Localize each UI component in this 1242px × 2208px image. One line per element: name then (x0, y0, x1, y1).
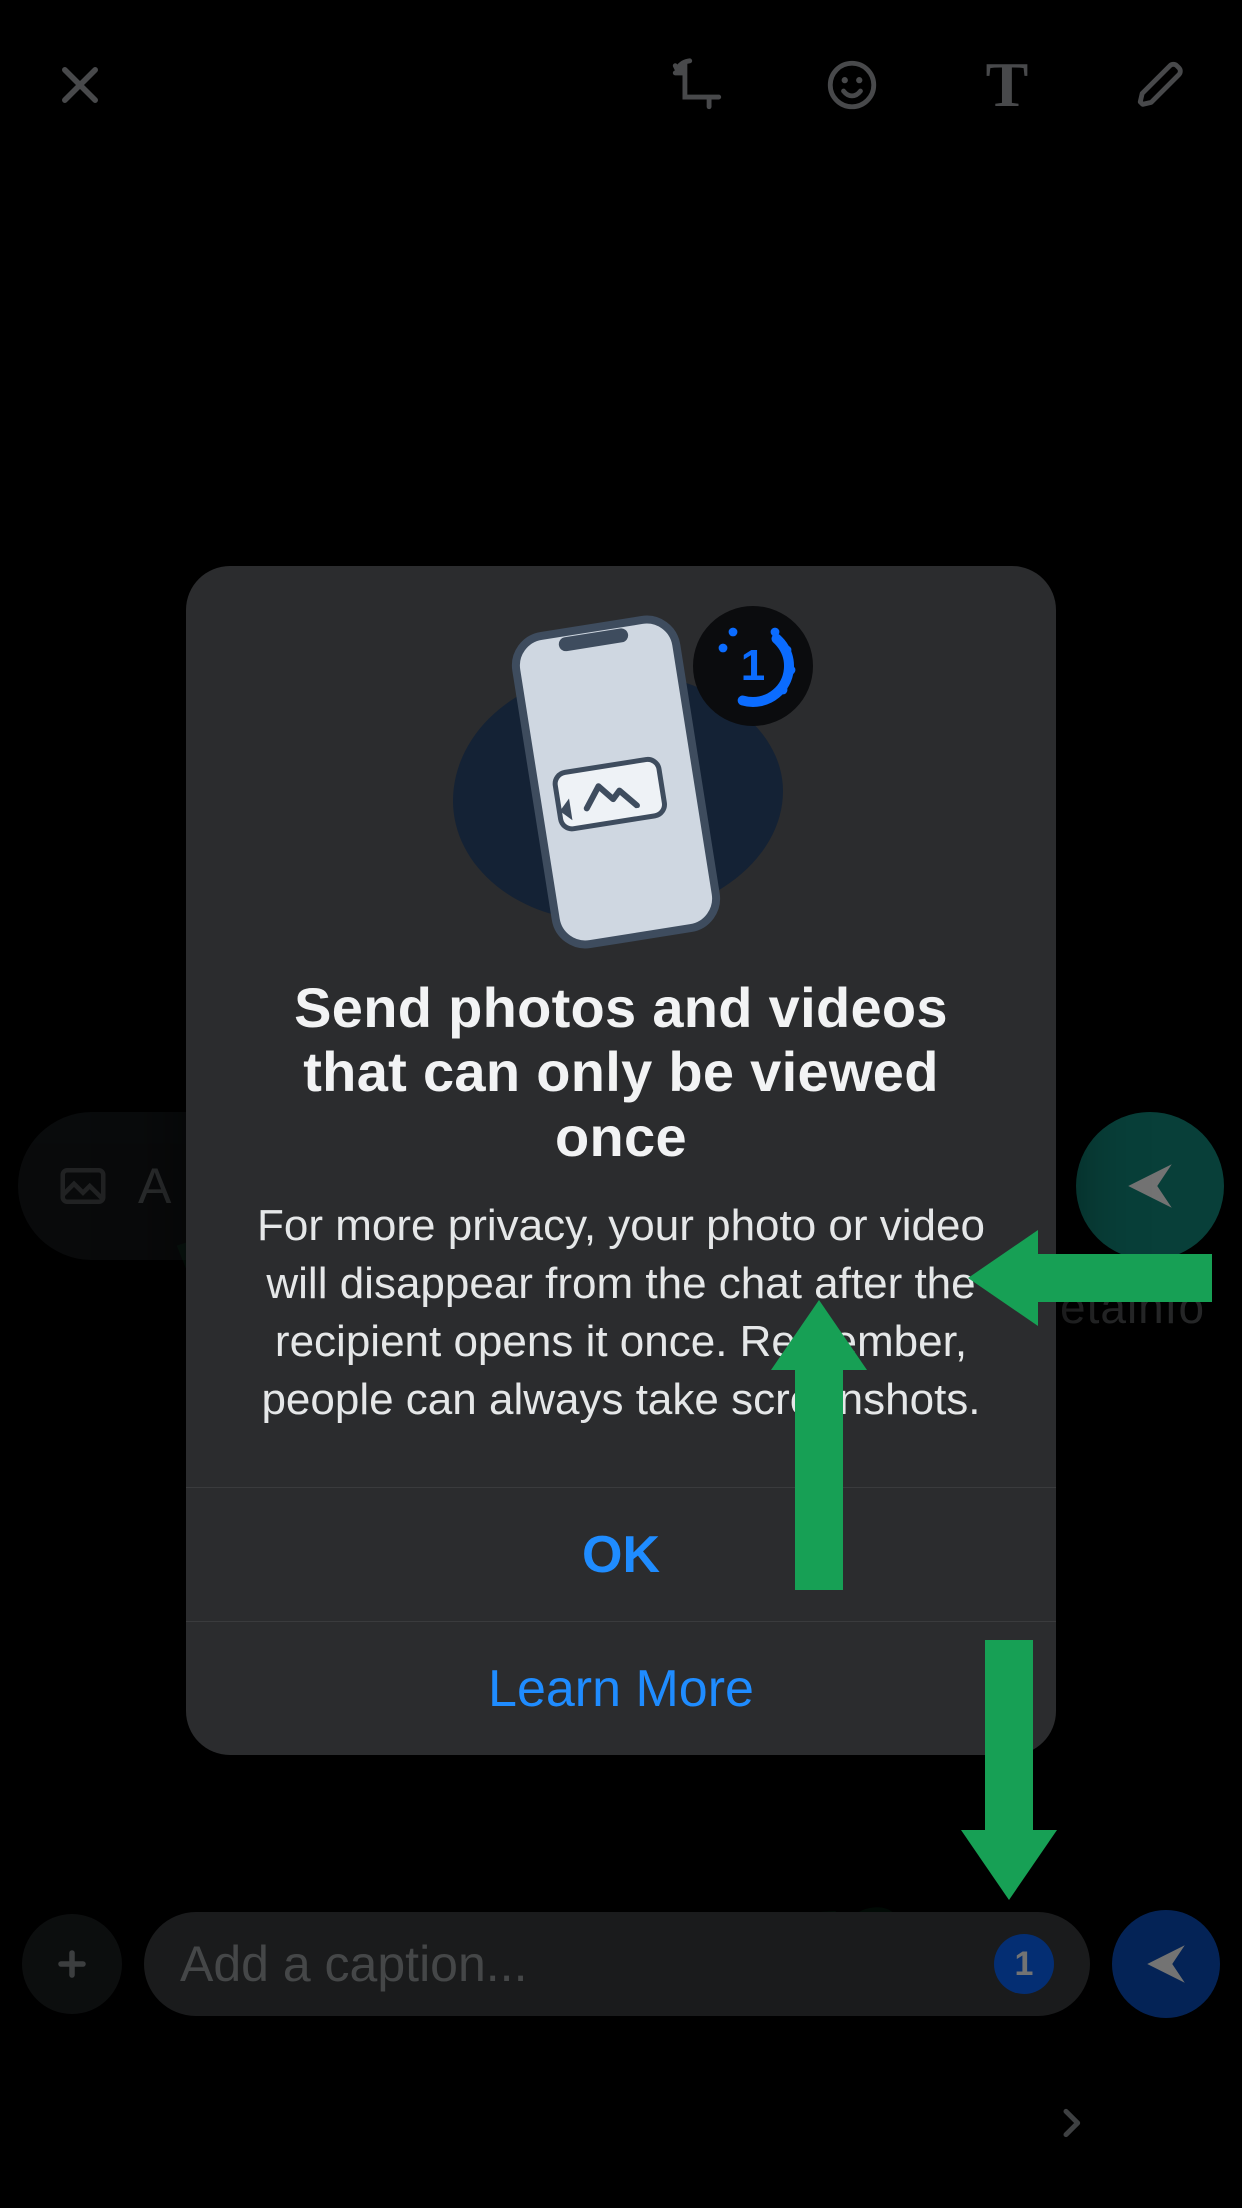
svg-text:1: 1 (741, 641, 765, 690)
dialog-title: Send photos and videos that can only be … (186, 976, 1056, 1197)
view-once-badge-icon: 1 (693, 606, 813, 726)
dialog-ok-button[interactable]: OK (186, 1487, 1056, 1621)
dialog-learn-more-button[interactable]: Learn More (186, 1621, 1056, 1755)
dialog-hero: 1 (186, 566, 1056, 976)
view-once-dialog: 1 Send photos and videos that can only b… (186, 566, 1056, 1755)
dialog-illustration: 1 (441, 626, 801, 946)
dialog-body: For more privacy, your photo or video wi… (186, 1197, 1056, 1487)
